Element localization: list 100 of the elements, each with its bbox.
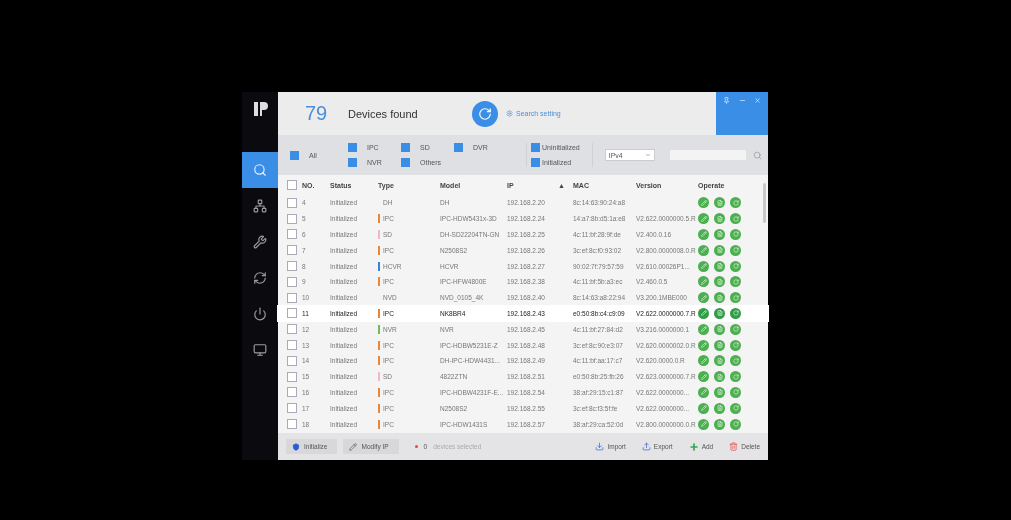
refresh-button[interactable] <box>730 197 741 209</box>
header-title: Devices found <box>348 107 419 120</box>
close-icon <box>754 97 761 104</box>
document-button[interactable] <box>714 418 725 430</box>
refresh-icon <box>732 326 739 333</box>
row-checkbox[interactable] <box>287 197 297 208</box>
edit-button[interactable] <box>698 276 709 288</box>
document-button[interactable] <box>714 402 725 414</box>
pencil-icon <box>700 342 707 349</box>
document-button[interactable] <box>714 244 725 256</box>
document-button[interactable] <box>714 386 725 398</box>
row-checkbox[interactable] <box>287 261 297 272</box>
row-checkbox[interactable] <box>287 324 297 335</box>
refresh-button[interactable] <box>730 244 741 256</box>
pencil-icon <box>700 405 707 412</box>
search-icon[interactable] <box>752 150 762 160</box>
edit-button[interactable] <box>698 244 709 256</box>
document-icon <box>716 294 723 301</box>
row-checkbox[interactable] <box>287 419 297 430</box>
document-button[interactable] <box>714 339 725 351</box>
pencil-icon <box>700 294 707 301</box>
row-checkbox[interactable] <box>287 387 297 398</box>
power-icon <box>253 307 267 321</box>
refresh-button[interactable] <box>730 307 741 319</box>
refresh-button[interactable] <box>472 100 498 127</box>
refresh-button[interactable] <box>730 229 741 240</box>
row-checkbox[interactable] <box>287 403 297 414</box>
pencil-icon <box>349 442 358 451</box>
row-checkbox[interactable] <box>287 308 297 319</box>
document-button[interactable] <box>714 213 725 225</box>
document-icon <box>716 389 723 396</box>
refresh-button[interactable] <box>730 339 741 351</box>
document-button[interactable] <box>714 323 725 335</box>
document-button[interactable] <box>714 229 725 240</box>
row-checkbox[interactable] <box>287 292 297 303</box>
pencil-icon <box>700 278 707 285</box>
refresh-icon <box>253 271 267 285</box>
refresh-icon <box>732 215 739 222</box>
select-all-checkbox[interactable] <box>287 180 297 190</box>
status-dot <box>414 445 418 448</box>
refresh-button[interactable] <box>730 355 741 367</box>
row-checkbox[interactable] <box>287 340 297 351</box>
document-button[interactable] <box>714 371 725 383</box>
document-button[interactable] <box>714 260 725 272</box>
edit-button[interactable] <box>698 323 709 335</box>
row-checkbox[interactable] <box>287 276 297 287</box>
edit-button[interactable] <box>698 213 709 225</box>
edit-button[interactable] <box>698 371 709 383</box>
edit-button[interactable] <box>698 229 709 240</box>
document-icon <box>716 278 723 285</box>
edit-button[interactable] <box>698 339 709 351</box>
refresh-button[interactable] <box>730 276 741 288</box>
trash-icon <box>729 442 739 451</box>
pencil-icon <box>700 199 707 206</box>
pencil-icon <box>700 373 707 380</box>
document-icon <box>716 215 723 222</box>
row-checkbox[interactable] <box>287 229 297 240</box>
refresh-button[interactable] <box>730 418 741 430</box>
row-checkbox[interactable] <box>287 355 297 366</box>
edit-button[interactable] <box>698 355 709 367</box>
document-button[interactable] <box>714 292 725 304</box>
refresh-icon <box>732 373 739 380</box>
edit-button[interactable] <box>698 197 709 209</box>
edit-button[interactable] <box>698 307 709 319</box>
scrollbar[interactable] <box>763 183 766 223</box>
pencil-icon <box>700 421 707 428</box>
refresh-button[interactable] <box>730 213 741 225</box>
refresh-icon <box>732 247 739 254</box>
refresh-button[interactable] <box>730 260 741 272</box>
refresh-button[interactable] <box>730 371 741 383</box>
refresh-icon <box>732 294 739 301</box>
refresh-button[interactable] <box>730 402 741 414</box>
document-button[interactable] <box>714 276 725 288</box>
logo-icon <box>252 100 268 118</box>
pin-button[interactable] <box>721 97 732 105</box>
document-button[interactable] <box>714 355 725 367</box>
edit-button[interactable] <box>698 402 709 414</box>
document-icon <box>716 342 723 349</box>
refresh-button[interactable] <box>730 386 741 398</box>
network-icon <box>253 199 267 213</box>
pencil-icon <box>700 357 707 364</box>
edit-button[interactable] <box>698 386 709 398</box>
document-button[interactable] <box>714 307 725 319</box>
edit-button[interactable] <box>698 292 709 304</box>
refresh-icon <box>732 310 739 317</box>
edit-button[interactable] <box>698 418 709 430</box>
refresh-button[interactable] <box>730 292 741 304</box>
close-button[interactable] <box>752 97 763 105</box>
row-checkbox[interactable] <box>287 245 297 256</box>
edit-button[interactable] <box>698 260 709 272</box>
document-icon <box>716 263 723 270</box>
document-button[interactable] <box>714 197 725 209</box>
document-icon <box>716 326 723 333</box>
row-checkbox[interactable] <box>287 213 297 224</box>
refresh-icon <box>732 342 739 349</box>
refresh-button[interactable] <box>730 323 741 335</box>
refresh-icon <box>478 106 492 121</box>
row-checkbox[interactable] <box>287 371 297 382</box>
refresh-icon <box>732 357 739 364</box>
document-icon <box>716 231 723 238</box>
